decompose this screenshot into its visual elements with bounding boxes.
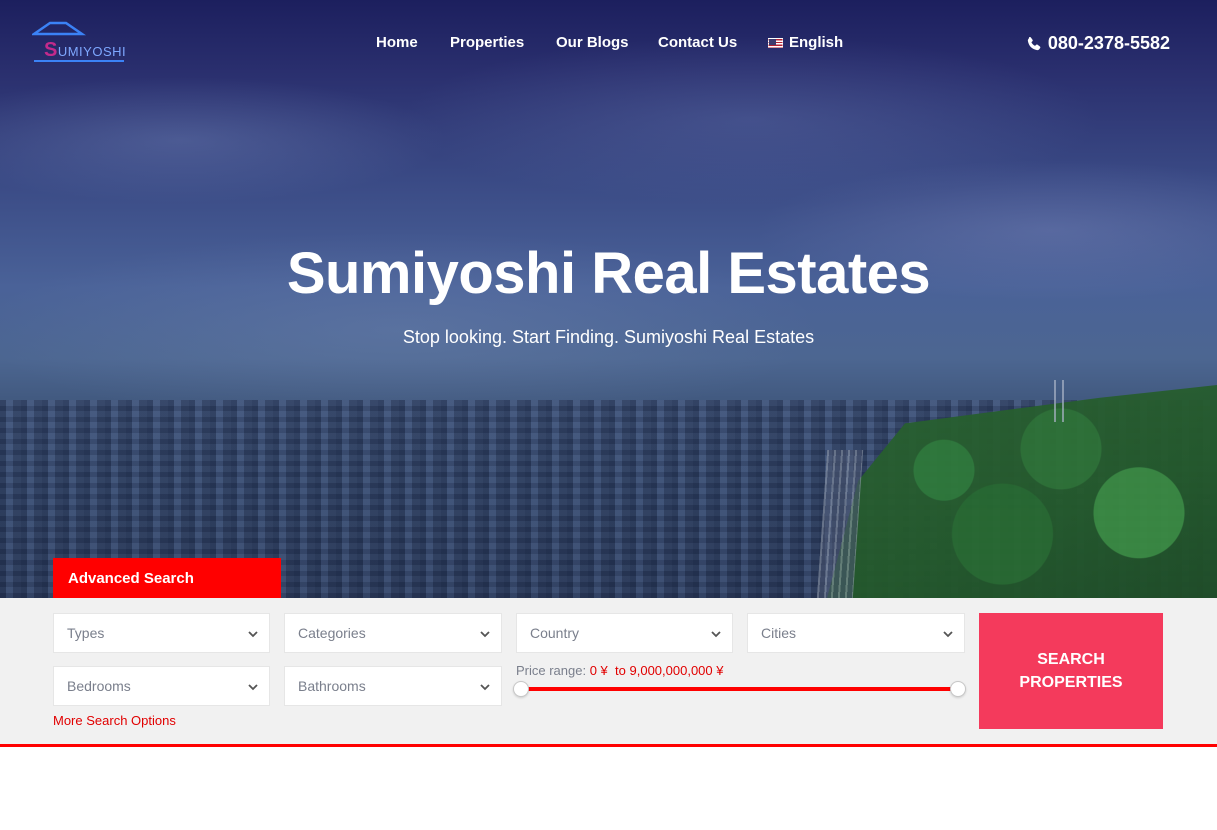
- search-properties-button[interactable]: SEARCH PROPERTIES: [979, 613, 1163, 729]
- bedrooms-select-value: Bedrooms: [67, 678, 131, 694]
- nav-contact-us[interactable]: Contact Us: [658, 34, 737, 51]
- bathrooms-select[interactable]: Bathrooms: [284, 666, 502, 706]
- us-flag-icon: [768, 37, 783, 48]
- chevron-down-icon: [480, 684, 490, 691]
- chevron-down-icon: [943, 631, 953, 638]
- power-tower: [1054, 380, 1064, 422]
- site-logo[interactable]: SUMIYOSHI: [32, 20, 128, 66]
- price-separator: to: [615, 663, 626, 678]
- categories-select-value: Categories: [298, 625, 366, 641]
- phone-contact[interactable]: 080-2378-5582: [1026, 33, 1170, 54]
- bathrooms-select-value: Bathrooms: [298, 678, 366, 694]
- phone-icon: [1027, 36, 1041, 50]
- advanced-search-tab[interactable]: Advanced Search: [53, 558, 281, 598]
- price-min: 0 ¥: [589, 663, 608, 678]
- nav-our-blogs[interactable]: Our Blogs: [556, 34, 629, 51]
- types-select-value: Types: [67, 625, 105, 641]
- types-select[interactable]: Types: [53, 613, 270, 653]
- price-slider-track[interactable]: [521, 687, 959, 691]
- nav-properties[interactable]: Properties: [450, 34, 524, 51]
- language-label: English: [789, 34, 844, 51]
- nav-home[interactable]: Home: [376, 34, 418, 51]
- language-selector[interactable]: English: [768, 34, 843, 51]
- cities-select[interactable]: Cities: [747, 613, 965, 653]
- logo-wordmark: SUMIYOSHI: [44, 39, 127, 61]
- chevron-down-icon: [711, 631, 721, 638]
- more-search-options-link[interactable]: More Search Options: [53, 713, 176, 728]
- country-select[interactable]: Country: [516, 613, 733, 653]
- categories-select[interactable]: Categories: [284, 613, 502, 653]
- chevron-down-icon: [480, 631, 490, 638]
- price-slider-max-handle[interactable]: [950, 681, 966, 697]
- top-navigation: SUMIYOSHI Home Properties Our Blogs Cont…: [0, 0, 1217, 86]
- price-range-label: Price range: 0 ¥ to 9,000,000,000 ¥: [516, 663, 723, 678]
- phone-number: 080-2378-5582: [1047, 33, 1170, 53]
- bedrooms-select[interactable]: Bedrooms: [53, 666, 270, 706]
- chevron-down-icon: [248, 684, 258, 691]
- price-max: 9,000,000,000 ¥: [629, 663, 724, 678]
- chevron-down-icon: [248, 631, 258, 638]
- panel-bottom-border: [0, 744, 1217, 747]
- hero-subtitle: Stop looking. Start Finding. Sumiyoshi R…: [402, 327, 815, 347]
- country-select-value: Country: [530, 625, 580, 641]
- hero-title: Sumiyoshi Real Estates: [286, 241, 931, 306]
- price-slider-min-handle[interactable]: [513, 681, 529, 697]
- price-range-title: Price range:: [516, 663, 587, 678]
- cities-select-value: Cities: [761, 625, 797, 641]
